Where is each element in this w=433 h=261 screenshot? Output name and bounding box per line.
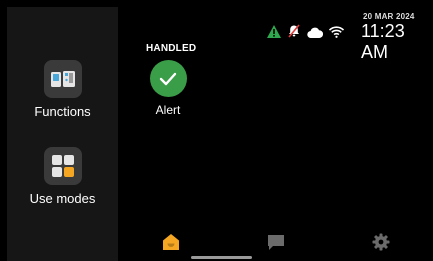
gear-icon — [372, 233, 390, 251]
bell-muted-icon[interactable] — [287, 24, 301, 43]
check-icon — [149, 60, 187, 97]
functions-button[interactable]: Functions — [7, 60, 118, 119]
status-icons — [267, 24, 345, 43]
wifi-icon[interactable] — [328, 25, 345, 43]
home-nav-button[interactable] — [160, 231, 182, 253]
functions-label: Functions — [34, 104, 91, 119]
cloud-icon[interactable] — [307, 25, 324, 43]
side-panel: Functions Use modes — [7, 7, 118, 261]
alert-button[interactable]: Alert — [146, 60, 190, 117]
functions-icon — [43, 60, 82, 98]
use-modes-label: Use modes — [29, 191, 96, 206]
settings-nav-button[interactable] — [370, 231, 392, 253]
chat-icon — [268, 234, 284, 250]
handled-section-title: HANDLED — [146, 43, 197, 54]
home-indicator[interactable] — [191, 256, 252, 259]
use-modes-button[interactable]: Use modes — [7, 147, 118, 206]
alert-label: Alert — [155, 103, 181, 117]
status-date: 20 MAR 2024 — [363, 12, 415, 21]
use-modes-icon — [43, 147, 82, 185]
status-time: 11:23 AM — [361, 21, 405, 62]
home-icon — [163, 234, 179, 250]
warning-icon[interactable] — [267, 24, 281, 43]
device-screen: Functions Use modes 20 MAR 2024 11:23 AM… — [7, 7, 427, 261]
messages-nav-button[interactable] — [265, 231, 287, 253]
